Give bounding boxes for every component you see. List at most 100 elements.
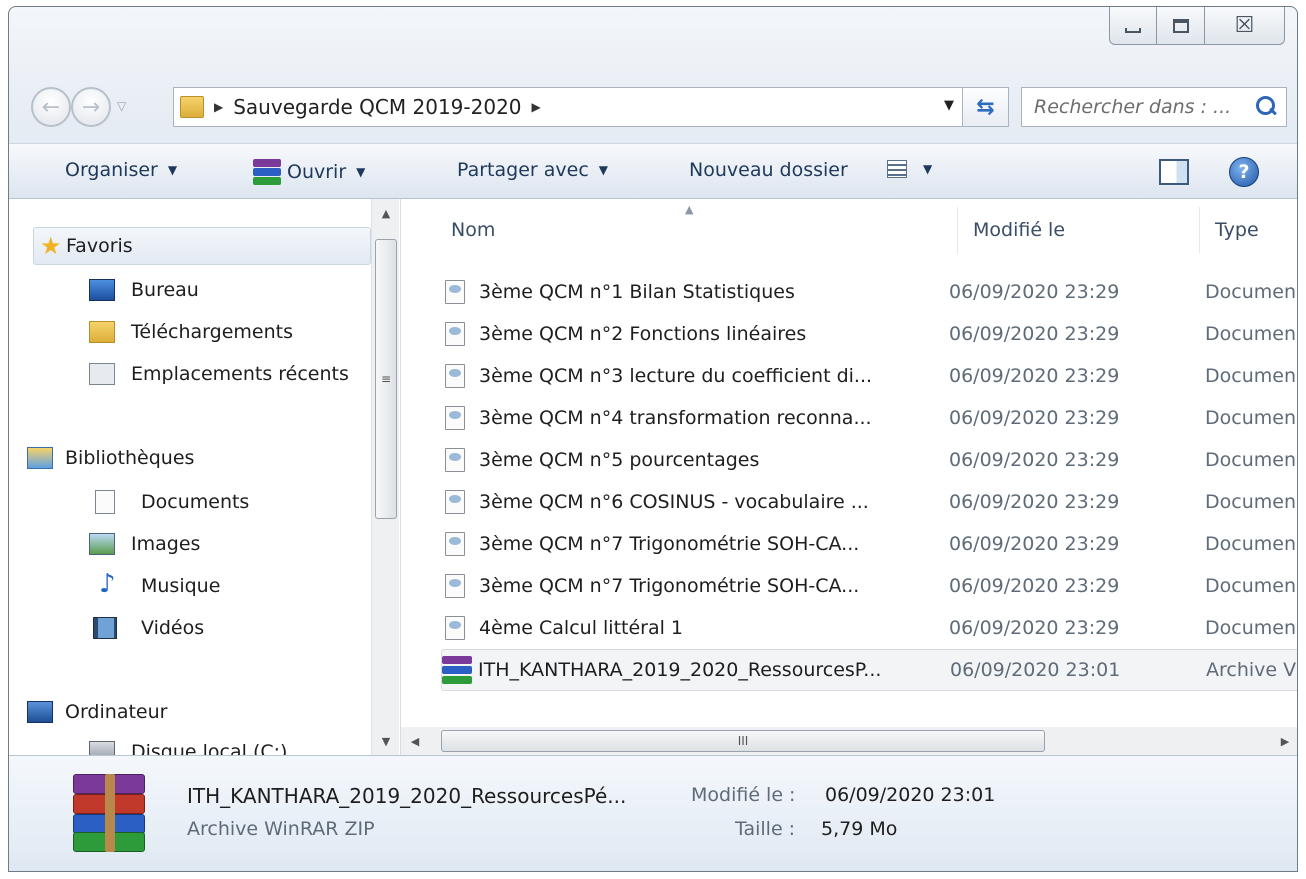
view-button[interactable]: ▼	[887, 160, 932, 178]
file-date: 06/09/2020 23:29	[949, 323, 1120, 345]
new-folder-button[interactable]: Nouveau dossier	[689, 159, 848, 181]
column-divider[interactable]	[1199, 207, 1200, 253]
main-area: ★ Favoris Bureau Téléchargements Emplace…	[9, 199, 1297, 755]
nav-item-bureau[interactable]: Bureau	[9, 271, 199, 309]
file-row[interactable]: 3ème QCM n°5 pourcentages 06/09/2020 23:…	[441, 439, 1297, 481]
partager-button[interactable]: Partager avec ▼	[457, 159, 608, 181]
close-button[interactable]: ☒	[1205, 7, 1285, 45]
computer-icon	[27, 701, 53, 723]
document-icon	[445, 322, 465, 346]
winrar-archive-icon	[67, 774, 151, 852]
file-name: 3ème QCM n°5 pourcentages	[479, 449, 760, 471]
file-row[interactable]: 3ème QCM n°4 transformation reconna... 0…	[441, 397, 1297, 439]
breadcrumb-chevron-icon[interactable]: ▶	[214, 100, 223, 114]
new-folder-label: Nouveau dossier	[689, 159, 848, 181]
breadcrumb-folder[interactable]: Sauvegarde QCM 2019-2020	[233, 95, 521, 119]
documents-icon	[95, 490, 115, 514]
filelist-horizontal-scrollbar[interactable]: ◀ III ▶	[401, 727, 1297, 755]
scroll-grip-icon: III	[737, 734, 749, 748]
nav-item-label: Disque local (C:)	[131, 741, 288, 755]
document-icon	[445, 616, 465, 640]
libraries-icon	[27, 447, 53, 469]
chevron-down-icon: ▼	[167, 163, 178, 177]
downloads-folder-icon	[89, 321, 115, 343]
scroll-left-icon[interactable]: ◀	[401, 727, 429, 755]
nav-item-recents[interactable]: Emplacements récents	[9, 355, 349, 393]
file-row-selected[interactable]: ITH_KANTHARA_2019_2020_RessourcesP... 06…	[441, 649, 1297, 691]
back-button[interactable]: ←	[31, 87, 71, 127]
file-type: Documen	[1205, 575, 1296, 597]
scroll-thumb[interactable]: III	[441, 730, 1045, 752]
nav-item-musique[interactable]: ♪ Musique	[9, 567, 220, 605]
organiser-label: Organiser	[65, 159, 158, 181]
file-row[interactable]: 3ème QCM n°2 Fonctions linéaires 06/09/2…	[441, 313, 1297, 355]
recent-pages-dropdown[interactable]: ▽	[117, 99, 126, 113]
navigation-bar: ← → ▽ ▶ Sauvegarde QCM 2019-2020 ▶ ▼ ⇆ R…	[9, 75, 1297, 129]
scroll-grip-icon: ≡	[380, 372, 392, 386]
column-header-name[interactable]: Nom	[451, 199, 495, 261]
file-row[interactable]: 3ème QCM n°7 Trigonométrie SOH-CA... 06/…	[441, 565, 1297, 607]
nav-item-label: Bibliothèques	[65, 447, 195, 469]
scroll-thumb[interactable]: ≡	[375, 239, 397, 519]
maximize-button[interactable]	[1157, 7, 1205, 45]
scroll-right-icon[interactable]: ▶	[1271, 727, 1297, 755]
nav-item-label: Favoris	[66, 235, 133, 257]
column-label: Modifié le	[973, 219, 1066, 241]
nav-item-videos[interactable]: Vidéos	[9, 609, 204, 647]
file-date: 06/09/2020 23:29	[949, 491, 1120, 513]
help-icon[interactable]: ?	[1229, 157, 1259, 187]
chevron-down-icon: ▼	[356, 165, 366, 179]
nav-item-documents[interactable]: Documents	[9, 483, 249, 521]
nav-item-disque[interactable]: Disque local (C:)	[9, 733, 287, 755]
file-row[interactable]: 3ème QCM n°6 COSINUS - vocabulaire ... 0…	[441, 481, 1297, 523]
forward-button[interactable]: →	[71, 87, 111, 127]
folder-icon	[180, 96, 204, 118]
file-row[interactable]: 4ème Calcul littéral 1 06/09/2020 23:29 …	[441, 607, 1297, 649]
preview-pane-icon[interactable]	[1159, 159, 1189, 185]
nav-item-bibliotheques[interactable]: Bibliothèques	[9, 439, 194, 477]
file-name: 3ème QCM n°2 Fonctions linéaires	[479, 323, 807, 345]
file-date: 06/09/2020 23:29	[949, 617, 1120, 639]
scroll-up-icon[interactable]: ▲	[372, 199, 400, 227]
column-label: Type	[1215, 219, 1259, 241]
search-input[interactable]: Rechercher dans : ...	[1021, 87, 1287, 127]
back-arrow-icon: ←	[41, 94, 61, 120]
column-divider[interactable]	[957, 207, 958, 253]
file-type: Documen	[1205, 407, 1296, 429]
address-bar[interactable]: ▶ Sauvegarde QCM 2019-2020 ▶ ▼	[173, 87, 963, 127]
file-row[interactable]: 3ème QCM n°3 lecture du coefficient di..…	[441, 355, 1297, 397]
file-type: Archive V	[1206, 659, 1297, 681]
scroll-down-icon[interactable]: ▼	[372, 727, 400, 755]
nav-item-telechargements[interactable]: Téléchargements	[9, 313, 293, 351]
file-type: Documen	[1205, 617, 1296, 639]
refresh-button[interactable]: ⇆	[963, 87, 1009, 127]
address-dropdown-icon[interactable]: ▼	[944, 98, 954, 113]
nav-item-images[interactable]: Images	[9, 525, 200, 563]
navpane-scrollbar[interactable]: ▲ ≡ ▼	[371, 199, 399, 755]
file-date: 06/09/2020 23:01	[950, 659, 1121, 681]
column-header-modified[interactable]: Modifié le	[973, 199, 1065, 261]
file-name: 3ème QCM n°7 Trigonométrie SOH-CA...	[479, 533, 860, 555]
minimize-button[interactable]	[1109, 7, 1157, 45]
document-icon	[445, 448, 465, 472]
organiser-button[interactable]: Organiser ▼	[65, 159, 177, 181]
nav-item-ordinateur[interactable]: Ordinateur	[9, 693, 167, 731]
file-type: Documen	[1205, 533, 1296, 555]
maximize-icon	[1172, 18, 1189, 33]
star-icon: ★	[40, 232, 62, 260]
sort-ascending-icon: ▲	[685, 203, 694, 216]
breadcrumb-chevron-icon[interactable]: ▶	[532, 100, 541, 114]
nav-item-label: Ordinateur	[65, 701, 168, 723]
chevron-down-icon: ▼	[923, 162, 933, 176]
nav-item-favoris[interactable]: ★ Favoris	[33, 227, 371, 265]
forward-arrow-icon: →	[81, 94, 101, 120]
file-row[interactable]: 3ème QCM n°7 Trigonométrie SOH-CA... 06/…	[441, 523, 1297, 565]
search-icon[interactable]	[1256, 96, 1278, 118]
file-row[interactable]: 3ème QCM n°1 Bilan Statistiques 06/09/20…	[441, 271, 1297, 313]
file-name: 3ème QCM n°1 Bilan Statistiques	[479, 281, 795, 303]
document-icon	[445, 280, 465, 304]
nav-item-label: Documents	[141, 491, 250, 513]
ouvrir-button[interactable]: Ouvrir ▼	[253, 159, 365, 185]
column-header-type[interactable]: Type	[1215, 199, 1259, 261]
document-icon	[445, 532, 465, 556]
